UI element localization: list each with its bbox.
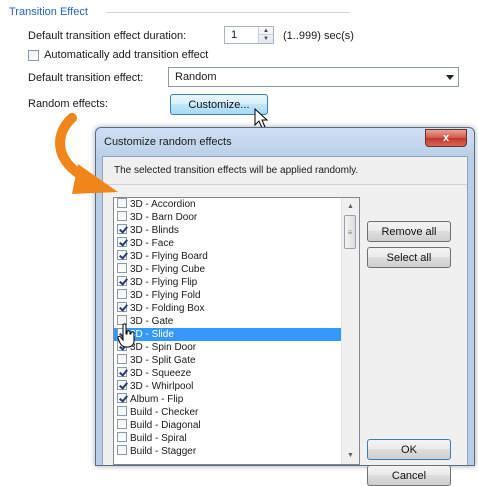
- list-item[interactable]: 3D - Split Gate: [114, 354, 343, 367]
- duration-value[interactable]: 1: [231, 29, 237, 41]
- effect-label: 3D - Squeeze: [130, 368, 192, 379]
- effects-listbox[interactable]: 3D - Accordion 3D - Barn Door 3D - Blinds 3…: [113, 197, 360, 465]
- section-title: Transition Effect: [9, 6, 88, 18]
- list-item[interactable]: 3D - Spin Door: [114, 341, 343, 354]
- default-effect-select[interactable]: Random: [168, 67, 459, 87]
- list-item[interactable]: 3D - Whirlpool: [114, 380, 343, 393]
- auto-add-row[interactable]: Automatically add transition effect: [28, 49, 208, 61]
- list-item[interactable]: Build - Stagger: [114, 445, 343, 458]
- effect-label: 3D - Spin Door: [130, 342, 197, 353]
- effect-label: 3D - Barn Door: [130, 212, 198, 223]
- list-item[interactable]: 3D - Blinds: [114, 224, 343, 237]
- effect-label: 3D - Face: [130, 238, 174, 249]
- list-item[interactable]: 3D - Accordion: [114, 198, 343, 211]
- orange-arrow-icon: [55, 113, 118, 194]
- effect-checkbox[interactable]: [117, 445, 127, 455]
- stepper-down-icon[interactable]: ▼: [259, 35, 273, 43]
- effect-label: Build - Spiral: [130, 433, 187, 444]
- ok-button[interactable]: OK: [367, 439, 451, 460]
- effect-checkbox[interactable]: [117, 211, 127, 221]
- effect-checkbox[interactable]: [117, 380, 127, 390]
- scroll-down-icon[interactable]: ▼: [342, 447, 359, 464]
- dialog-title: Customize random effects: [104, 136, 232, 148]
- list-item[interactable]: 3D - Gate: [114, 315, 343, 328]
- dialog-description: The selected transition effects will be …: [114, 165, 359, 176]
- list-item[interactable]: 3D - Flying Flip: [114, 276, 343, 289]
- effect-checkbox[interactable]: [117, 432, 127, 442]
- list-item[interactable]: 3D - Slide: [114, 328, 343, 341]
- list-item[interactable]: 3D - Flying Fold: [114, 289, 343, 302]
- cancel-button[interactable]: Cancel: [367, 465, 451, 486]
- select-all-button[interactable]: Select all: [367, 247, 451, 268]
- effect-checkbox[interactable]: [117, 393, 127, 403]
- effect-checkbox[interactable]: [117, 250, 127, 260]
- effect-checkbox[interactable]: [117, 224, 127, 234]
- effect-label: Build - Stagger: [130, 446, 197, 457]
- effect-checkbox[interactable]: [117, 367, 127, 377]
- effect-label: 3D - Folding Box: [130, 303, 205, 314]
- remove-all-button[interactable]: Remove all: [367, 221, 451, 242]
- effects-list: 3D - Accordion 3D - Barn Door 3D - Blinds 3…: [114, 198, 343, 458]
- random-effects-label: Random effects:: [28, 98, 108, 110]
- dialog-body: The selected transition effects will be …: [102, 156, 468, 486]
- stepper-buttons: ▲ ▼: [258, 27, 273, 43]
- scroll-up-icon[interactable]: ▲: [342, 198, 359, 215]
- effect-label: 3D - Flying Cube: [130, 264, 206, 275]
- close-icon[interactable]: x: [425, 129, 467, 147]
- effect-label: 3D - Blinds: [130, 225, 179, 236]
- list-item[interactable]: Build - Diagonal: [114, 419, 343, 432]
- duration-stepper[interactable]: 1 ▲ ▼: [224, 26, 274, 44]
- list-item[interactable]: 3D - Squeeze: [114, 367, 343, 380]
- effect-label: 3D - Flying Fold: [130, 290, 201, 301]
- list-item[interactable]: 3D - Flying Cube: [114, 263, 343, 276]
- effect-checkbox[interactable]: [117, 263, 127, 273]
- list-item[interactable]: Album - Flip: [114, 393, 343, 406]
- effect-checkbox[interactable]: [117, 419, 127, 429]
- effect-label: Album - Flip: [130, 394, 184, 405]
- effect-label: 3D - Flying Board: [130, 251, 208, 262]
- list-item[interactable]: Build - Checker: [114, 406, 343, 419]
- effect-label: Build - Checker: [130, 407, 199, 418]
- effect-checkbox[interactable]: [117, 302, 127, 312]
- effect-label: 3D - Split Gate: [130, 355, 196, 366]
- effect-checkbox[interactable]: [117, 406, 127, 416]
- default-effect-label: Default transition effect:: [28, 72, 144, 84]
- list-item[interactable]: 3D - Face: [114, 237, 343, 250]
- effect-label: Build - Diagonal: [130, 420, 201, 431]
- list-item[interactable]: Build - Spiral: [114, 432, 343, 445]
- list-item[interactable]: 3D - Folding Box: [114, 302, 343, 315]
- effect-checkbox[interactable]: [117, 276, 127, 286]
- chevron-down-icon[interactable]: [446, 75, 454, 80]
- duration-range-text: (1..999) sec(s): [283, 30, 354, 42]
- section-divider: [106, 12, 350, 13]
- dialog-divider: [103, 184, 467, 185]
- effect-checkbox[interactable]: [117, 289, 127, 299]
- effect-label: 3D - Flying Flip: [130, 277, 198, 288]
- hand-cursor-icon: [117, 323, 135, 348]
- default-effect-value: Random: [175, 71, 217, 83]
- effect-checkbox[interactable]: [117, 237, 127, 247]
- list-item[interactable]: 3D - Flying Board: [114, 250, 343, 263]
- auto-add-checkbox[interactable]: [28, 49, 39, 61]
- effect-label: 3D - Accordion: [130, 199, 196, 210]
- auto-add-label: Automatically add transition effect: [44, 49, 209, 61]
- vertical-scrollbar[interactable]: ▲ ≡ ▼: [341, 198, 359, 464]
- scroll-thumb[interactable]: ≡: [344, 215, 356, 249]
- duration-label: Default transition effect duration:: [28, 30, 187, 42]
- effect-label: 3D - Whirlpool: [130, 381, 194, 392]
- effect-checkbox[interactable]: [117, 354, 127, 364]
- stepper-up-icon[interactable]: ▲: [259, 27, 273, 35]
- list-item[interactable]: 3D - Barn Door: [114, 211, 343, 224]
- customize-dialog: Customize random effects x The selected …: [95, 127, 475, 486]
